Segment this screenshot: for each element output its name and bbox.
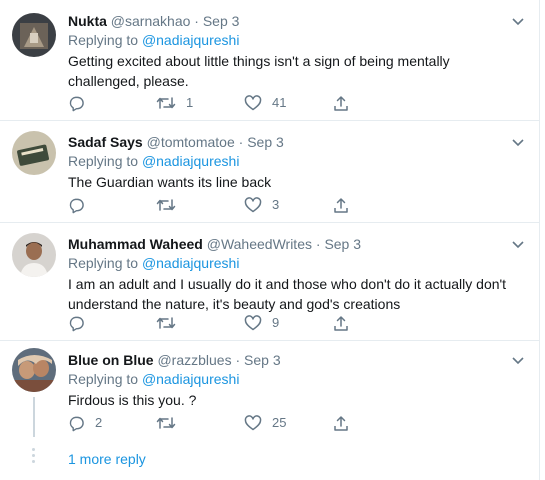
tweet-header: Nukta @sarnakhao · Sep 3	[68, 12, 529, 30]
reply-button[interactable]	[68, 196, 95, 214]
user-handle[interactable]: @razzblues	[157, 352, 231, 368]
tweet-reply[interactable]: Muhammad Waheed @WaheedWrites · Sep 3 Re…	[0, 223, 539, 341]
tweet-date[interactable]: Sep 3	[203, 13, 240, 29]
like-count: 41	[272, 95, 287, 110]
retweet-icon	[156, 317, 176, 329]
like-button[interactable]: 9	[244, 314, 279, 332]
separator-dot: ·	[235, 352, 241, 368]
tweet-text: I am an adult and I usually do it and th…	[68, 276, 510, 312]
share-button[interactable]	[333, 196, 349, 214]
like-count: 25	[272, 415, 287, 430]
reply-icon	[69, 416, 84, 431]
like-count: 9	[272, 315, 280, 330]
user-handle[interactable]: @sarnakhao	[111, 13, 191, 29]
avatar[interactable]	[12, 13, 56, 57]
like-button[interactable]: 41	[244, 94, 286, 112]
heart-icon	[244, 415, 262, 431]
tweet-text: Firdous is this you. ?	[68, 392, 197, 408]
separator-dot: ·	[194, 13, 199, 29]
share-icon	[334, 315, 348, 331]
retweet-icon	[156, 97, 176, 109]
replying-to-label: Replying to	[68, 153, 142, 169]
tweet-text: The Guardian wants its line back	[68, 174, 272, 190]
tweet-reply[interactable]: Sadaf Says @tomtomatoe · Sep 3 Replying …	[0, 121, 539, 223]
mention-link[interactable]: @nadiajqureshi	[142, 32, 240, 48]
thread-connector-line	[33, 397, 35, 437]
retweet-count: 1	[186, 95, 194, 110]
heart-icon	[244, 197, 262, 213]
chevron-down-icon[interactable]	[511, 135, 525, 149]
retweet-icon	[156, 417, 176, 429]
retweet-button[interactable]	[156, 414, 186, 432]
replying-to-label: Replying to	[68, 371, 142, 387]
retweet-icon	[156, 199, 176, 211]
mention-link[interactable]: @nadiajqureshi	[142, 255, 240, 271]
tweet-header: Blue on Blue @razzblues · Sep 3	[68, 351, 529, 369]
share-button[interactable]	[333, 414, 349, 432]
replying-to: Replying to @nadiajqureshi	[68, 369, 529, 389]
replying-to: Replying to @nadiajqureshi	[68, 30, 529, 50]
share-icon	[334, 197, 348, 213]
reply-icon	[69, 96, 84, 111]
heart-icon	[244, 315, 262, 331]
reply-button[interactable]	[68, 94, 95, 112]
like-count: 3	[272, 197, 280, 212]
replying-to-label: Replying to	[68, 32, 142, 48]
retweet-button[interactable]: 1	[156, 94, 193, 112]
like-button[interactable]: 25	[244, 414, 286, 432]
display-name[interactable]: Sadaf Says	[68, 134, 143, 150]
share-icon	[334, 415, 348, 431]
avatar[interactable]	[12, 233, 56, 277]
user-handle[interactable]: @tomtomatoe	[147, 134, 235, 150]
avatar[interactable]	[12, 131, 56, 175]
retweet-button[interactable]	[156, 196, 186, 214]
thread-ellipsis	[32, 448, 36, 466]
separator-dot: ·	[238, 134, 244, 150]
mention-link[interactable]: @nadiajqureshi	[142, 153, 240, 169]
mention-link[interactable]: @nadiajqureshi	[142, 371, 240, 387]
tweet-date[interactable]: Sep 3	[244, 352, 281, 368]
reply-button[interactable]: 2	[68, 414, 102, 432]
chevron-down-icon[interactable]	[511, 14, 525, 28]
replying-to-label: Replying to	[68, 255, 142, 271]
show-more-replies-link[interactable]: 1 more reply	[68, 450, 146, 468]
avatar[interactable]	[12, 348, 56, 392]
tweet-header: Sadaf Says @tomtomatoe · Sep 3	[68, 133, 529, 151]
heart-icon	[244, 95, 262, 111]
reply-button[interactable]	[68, 314, 95, 332]
tweet-date[interactable]: Sep 3	[324, 236, 361, 252]
display-name[interactable]: Blue on Blue	[68, 352, 154, 368]
share-icon	[334, 95, 348, 111]
tweet-header: Muhammad Waheed @WaheedWrites · Sep 3	[68, 235, 529, 253]
display-name[interactable]: Muhammad Waheed	[68, 236, 203, 252]
tweet-reply[interactable]: Nukta @sarnakhao · Sep 3 Replying to @na…	[0, 0, 539, 121]
tweet-date[interactable]: Sep 3	[247, 134, 284, 150]
share-button[interactable]	[333, 314, 349, 332]
separator-dot: ·	[315, 236, 321, 252]
chevron-down-icon[interactable]	[511, 353, 525, 367]
retweet-button[interactable]	[156, 314, 186, 332]
timeline-right-border	[539, 0, 540, 480]
reply-icon	[69, 316, 84, 331]
replying-to: Replying to @nadiajqureshi	[68, 253, 529, 273]
reply-icon	[69, 198, 84, 213]
reply-count: 2	[95, 415, 103, 430]
user-handle[interactable]: @WaheedWrites	[207, 236, 312, 252]
display-name[interactable]: Nukta	[68, 13, 107, 29]
like-button[interactable]: 3	[244, 196, 279, 214]
chevron-down-icon[interactable]	[511, 237, 525, 251]
share-button[interactable]	[333, 94, 349, 112]
replying-to: Replying to @nadiajqureshi	[68, 151, 529, 171]
tweet-text: Getting excited about little things isn'…	[68, 53, 454, 89]
